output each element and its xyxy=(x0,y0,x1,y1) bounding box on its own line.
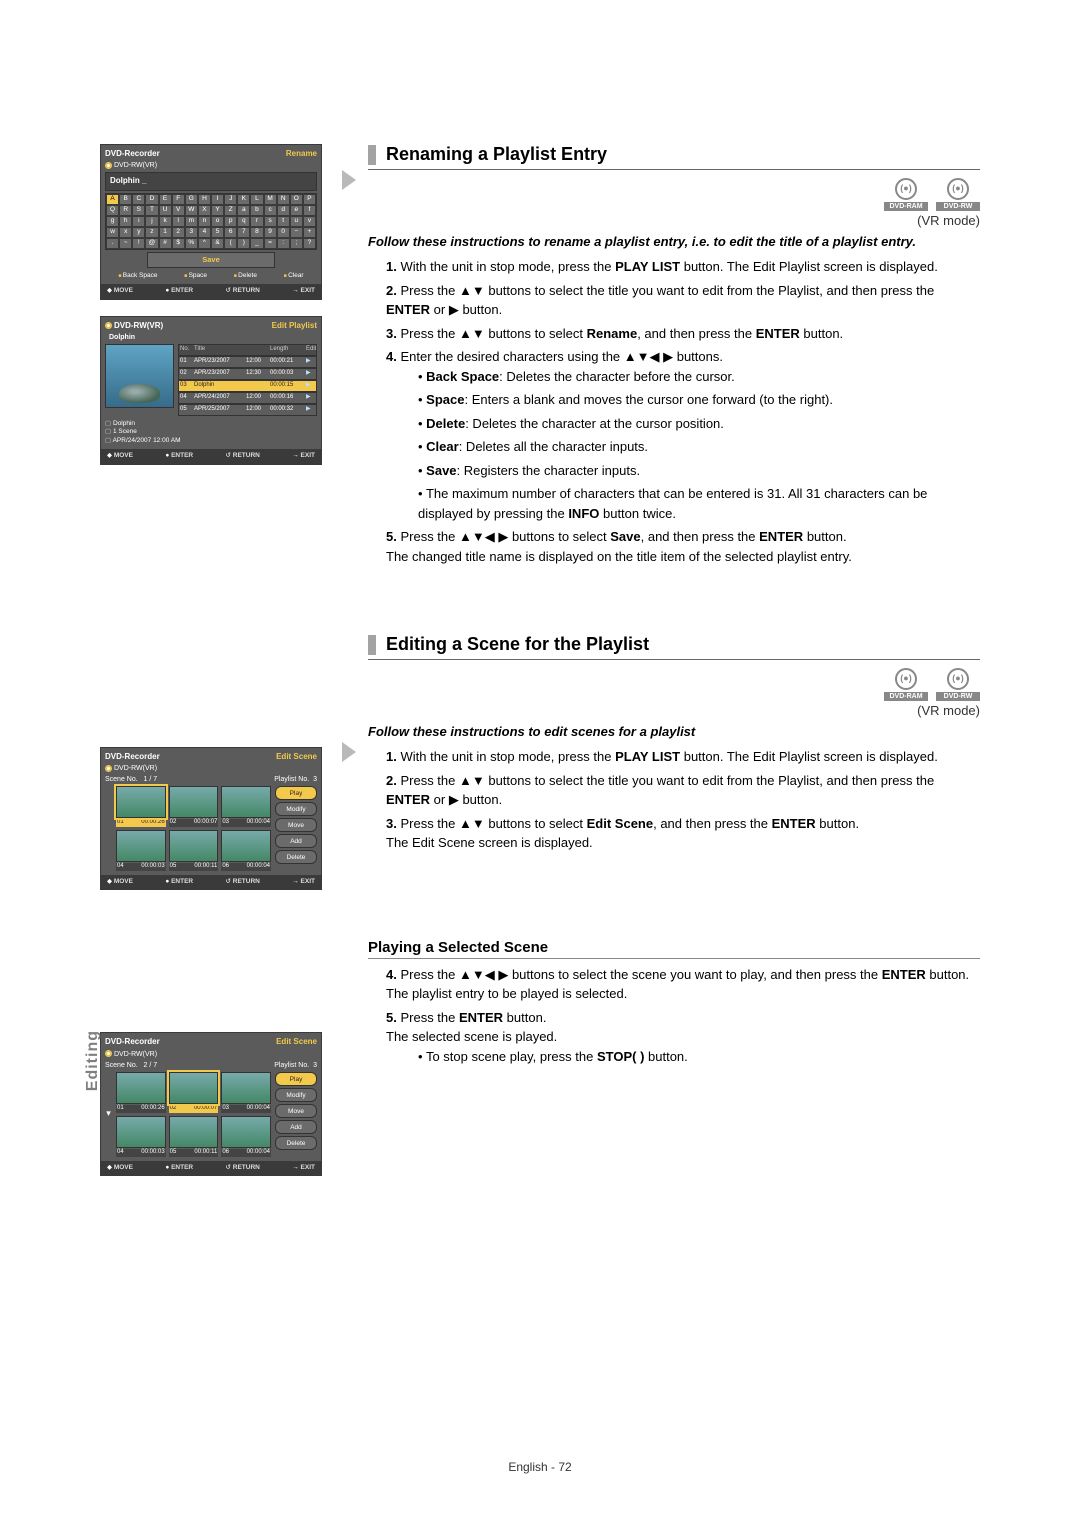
osd-edit-scene-2: DVD-Recorder Edit Scene DVD-RW(VR) Scene… xyxy=(100,1032,322,1176)
osd-mode: Edit Scene xyxy=(276,752,317,762)
prev-page-icon: ▾ xyxy=(105,1072,112,1157)
osd-disc-label: DVD-RW(VR) xyxy=(105,161,317,170)
page-footer: English - 72 xyxy=(0,1460,1080,1474)
side-tab: Editing xyxy=(84,1030,102,1091)
osd-footer: ◆ MOVE ● ENTER ↺ RETURN → EXIT xyxy=(101,1161,321,1175)
osd-edit-scene-1: DVD-Recorder Edit Scene DVD-RW(VR) Scene… xyxy=(100,747,322,891)
scene-grid: 0100:00:260200:00:070300:00:040400:00:03… xyxy=(116,786,271,871)
disc-badges: DVD-RAM DVD-RW xyxy=(368,668,980,701)
osd-footer: ◆ MOVE ● ENTER ↺ RETURN → EXIT xyxy=(101,284,321,298)
playlist-list: No.TitleLengthEdit01APR/23/200712:0000:0… xyxy=(178,344,317,416)
section-title-editscene: Editing a Scene for the Playlist xyxy=(368,634,980,660)
section2-steps: 1. With the unit in stop mode, press the… xyxy=(368,747,980,853)
playlist-thumbnail xyxy=(105,344,174,408)
osd-mode: Edit Playlist xyxy=(272,321,317,331)
playlist-name: Dolphin xyxy=(109,333,317,342)
rename-field: Dolphin _ xyxy=(105,172,317,190)
osd-mode: Edit Scene xyxy=(276,1037,317,1047)
osd-footer: ◆ MOVE ● ENTER ↺ RETURN → EXIT xyxy=(101,875,321,889)
disc-badges: DVD-RAM DVD-RW xyxy=(368,178,980,211)
osd-mode: Rename xyxy=(286,149,317,159)
scene-grid: 0100:00:260200:00:070300:00:040400:00:03… xyxy=(116,1072,271,1157)
right-column: Renaming a Playlist Entry DVD-RAM DVD-RW… xyxy=(368,144,980,1176)
osd-edit-playlist: DVD-RW(VR) Edit Playlist Dolphin No.Titl… xyxy=(100,316,322,465)
section2-substeps: 4. Press the ▲▼◀ ▶ buttons to select the… xyxy=(368,965,980,1067)
section-title-rename: Renaming a Playlist Entry xyxy=(368,144,980,170)
osd-title: DVD-Recorder xyxy=(105,149,160,159)
vr-mode-label: (VR mode) xyxy=(368,213,980,228)
playlist-info: Dolphin 1 Scene APR/24/2007 12:00 AM xyxy=(105,420,317,445)
osd-title: DVD-Recorder xyxy=(105,752,160,762)
scene-buttons: PlayModifyMoveAddDelete xyxy=(275,1072,317,1157)
vr-mode-label: (VR mode) xyxy=(368,703,980,718)
fn-row: Back Space Space Delete Clear xyxy=(105,272,317,280)
save-key: Save xyxy=(147,252,274,268)
osd-disc-label: DVD-RW(VR) xyxy=(105,321,163,331)
section1-intro: Follow these instructions to rename a pl… xyxy=(368,234,980,249)
subsection-title: Playing a Selected Scene xyxy=(368,939,980,959)
pointer-icon xyxy=(342,742,356,762)
pointer-icon xyxy=(342,170,356,190)
keyboard-grid: ABCDEFGHIJKLMNOPQRSTUVWXYZabcdefghijklmn… xyxy=(105,193,317,250)
scene-buttons: PlayModifyMoveAddDelete xyxy=(275,786,317,871)
left-column: DVD-Recorder Rename DVD-RW(VR) Dolphin _… xyxy=(100,144,322,1176)
prev-page-icon xyxy=(105,786,112,871)
osd-title: DVD-Recorder xyxy=(105,1037,160,1047)
section2-intro: Follow these instructions to edit scenes… xyxy=(368,724,980,739)
osd-footer: ◆ MOVE ● ENTER ↺ RETURN → EXIT xyxy=(101,449,321,463)
osd-rename: DVD-Recorder Rename DVD-RW(VR) Dolphin _… xyxy=(100,144,322,300)
section1-steps: 1. With the unit in stop mode, press the… xyxy=(368,257,980,566)
